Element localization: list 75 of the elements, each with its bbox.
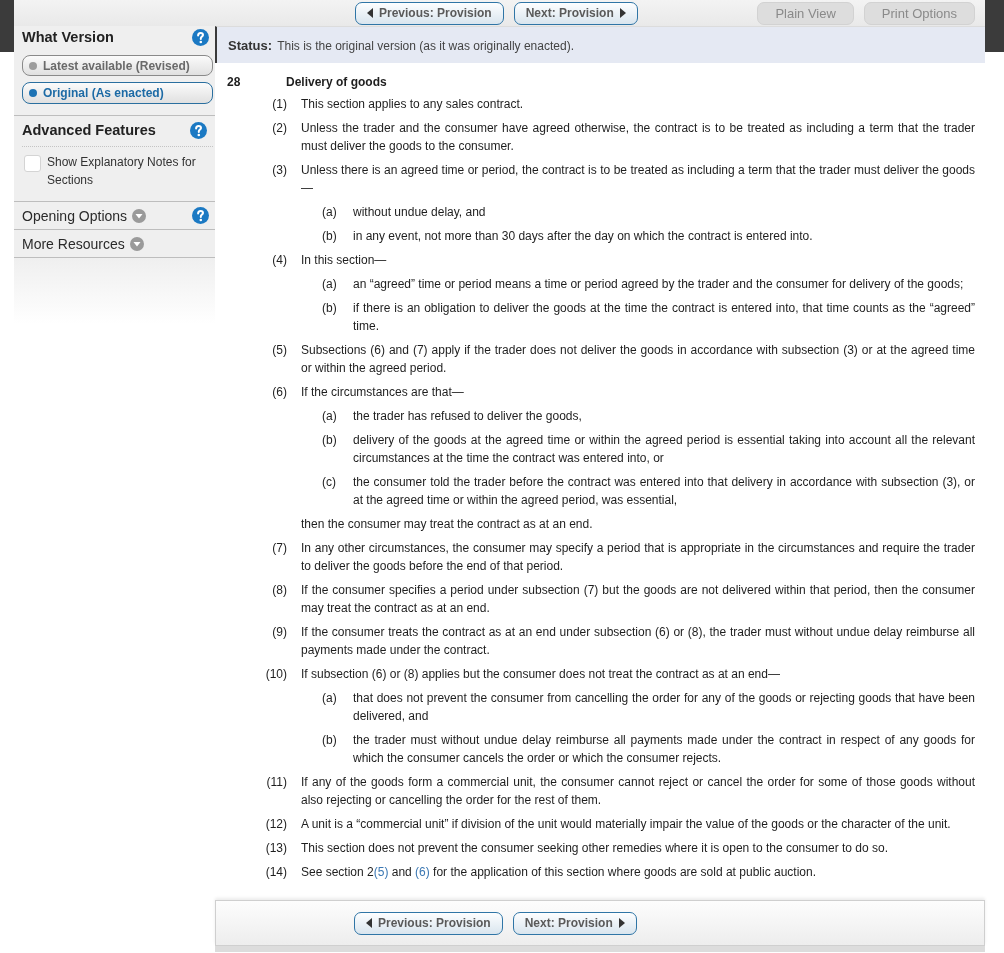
help-icon[interactable]	[192, 28, 209, 46]
subsection-text: This section does not prevent the consumer seeking other remedies where it is open to the consumer to do so.	[301, 840, 889, 857]
sidebar-heading: Advanced Features	[22, 121, 156, 139]
item-letter: (b)	[322, 732, 338, 749]
sidebar-menu-item[interactable]: More Resources	[22, 234, 144, 253]
item-text: the consumer told the trader before the contract was entered into that delivery in accordance with subsection (3), or at the agreed time or within the agreed period, was essential,	[353, 474, 975, 509]
item-text: the trader must without undue delay reimburse all payments made under the contract in respect of any goods for which the consumer cancels the order or which the consumer rejects.	[353, 732, 975, 767]
item-text: in any event, not more than 30 days after the day on which the contract is entered into.	[353, 228, 814, 245]
subsection-number: (9)	[271, 624, 287, 641]
left-triangle-icon	[366, 918, 372, 928]
subsection-text: This section applies to any sales contract.	[301, 96, 525, 113]
item-text: delivery of the goods at the agreed time or within the agreed period is essential taking into account all the relevant circumstances at the time the contract was entered into, or	[353, 432, 975, 467]
item-text: that does not prevent the consumer from cancelling the order for any of the goods or rejecting goods that have been delivered, and	[353, 690, 975, 725]
subsection-text: In this section—	[301, 252, 388, 269]
version-radio-button[interactable]: Latest available (Revised)	[22, 55, 213, 76]
subsection-text: A unit is a “commercial unit” if division of the unit would materially impair the value of the goods or the character of the unit.	[301, 816, 952, 833]
subsection-number: (6)	[271, 384, 287, 401]
item-text: an “agreed” time or period means a time or period agreed by the trader and the consumer for delivery of the goods;	[353, 276, 965, 293]
version-radio-button[interactable]: Original (As enacted)	[22, 82, 213, 104]
subsection-text: If the consumer specifies a period under subsection (7) but the goods are not delivered within that period, then the consumer may treat the contract as at an end.	[301, 582, 975, 617]
section-number: 28	[227, 74, 242, 91]
continuation-text: then the consumer may treat the contract as at an end.	[301, 516, 594, 533]
item-letter: (b)	[322, 228, 338, 245]
subsection-number: (11)	[265, 774, 287, 791]
header-background	[985, 0, 1004, 52]
item-letter: (b)	[322, 432, 338, 449]
item-text: the trader has refused to deliver the goods,	[353, 408, 583, 425]
subsection-text: If subsection (6) or (8) applies but the consumer does not treat the contract as at an end—	[301, 666, 781, 683]
subsection-text: See section 2(5) and (6) for the application of this section where goods are sold at public auction.	[301, 864, 817, 881]
subsection-number: (12)	[264, 816, 287, 833]
subsection-number: (5)	[271, 342, 287, 359]
subsection-text: In any other circumstances, the consumer may specify a period that is appropriate in the circumstances and require the trader to deliver the goods before the end of that period.	[301, 540, 975, 575]
left-triangle-icon	[367, 8, 373, 18]
subsection-number: (3)	[271, 162, 287, 179]
item-letter: (b)	[322, 300, 338, 317]
next-button[interactable]: Next: Provision	[513, 1, 638, 25]
previous-button[interactable]: Previous: Provision	[354, 911, 503, 935]
item-text: without undue delay, and	[353, 204, 487, 221]
checkbox-label: Show Explanatory Notes for Sections	[47, 154, 197, 189]
help-icon[interactable]	[192, 207, 209, 224]
subsection-number: (7)	[271, 540, 287, 557]
item-letter: (a)	[322, 276, 338, 293]
subsection-text: If the consumer treats the contract as at an end under subsection (6) or (8), the trader must without undue delay reimburse all payments made under the contract.	[301, 624, 975, 659]
sidebar-menu-item[interactable]: Opening Options	[22, 206, 147, 225]
subsection-text: Subsections (6) and (7) apply if the trader does not deliver the goods in accordance with subsection (3) or at the agreed time or within the agreed period.	[301, 342, 975, 377]
status-message: Status: This is the original version (as it was originally enacted).	[215, 26, 985, 63]
header-background	[0, 0, 14, 52]
subsection-text: Unless there is an agreed time or period, the contract is to be treated as including a term that the trader must deliver the goods—	[301, 162, 975, 197]
checkbox[interactable]	[24, 155, 41, 172]
subsection-text: If any of the goods form a commercial unit, the consumer cannot reject or cancel the order for some of those goods without also rejecting or cancelling the order for the rest of them.	[301, 774, 975, 809]
item-text: if there is an obligation to deliver the goods at the time the contract is entered into, that time counts as the “agreed” time.	[353, 300, 975, 335]
next-button[interactable]: Next: Provision	[512, 911, 637, 935]
cross-reference-link[interactable]: (5)	[373, 865, 389, 879]
right-triangle-icon	[619, 8, 626, 18]
right-triangle-icon	[618, 918, 625, 928]
item-letter: (a)	[322, 408, 338, 425]
subsection-number: (10)	[264, 666, 287, 683]
sidebar-heading: What Version	[22, 28, 114, 46]
cross-reference-link[interactable]: (6)	[415, 865, 430, 879]
subsection-number: (1)	[271, 96, 287, 113]
subsection-number: (2)	[271, 120, 287, 137]
subsection-number: (8)	[271, 582, 287, 599]
item-letter: (a)	[322, 204, 338, 221]
subsection-number: (13)	[264, 840, 287, 857]
item-letter: (a)	[322, 690, 338, 707]
subsection-number: (14)	[264, 864, 287, 881]
section-heading: Delivery of goods	[286, 74, 387, 91]
radio-dot-icon	[29, 89, 37, 97]
previous-button[interactable]: Previous: Provision	[355, 1, 504, 25]
help-icon[interactable]	[190, 121, 207, 139]
radio-dot-icon	[29, 61, 37, 70]
subsection-number: (4)	[271, 252, 287, 269]
item-letter: (c)	[322, 474, 337, 491]
subsection-text: Unless the trader and the consumer have agreed otherwise, the contract is to be treated as including a term that the trader must deliver the goods to the consumer.	[301, 120, 975, 155]
subsection-text: If the circumstances are that—	[301, 384, 465, 401]
